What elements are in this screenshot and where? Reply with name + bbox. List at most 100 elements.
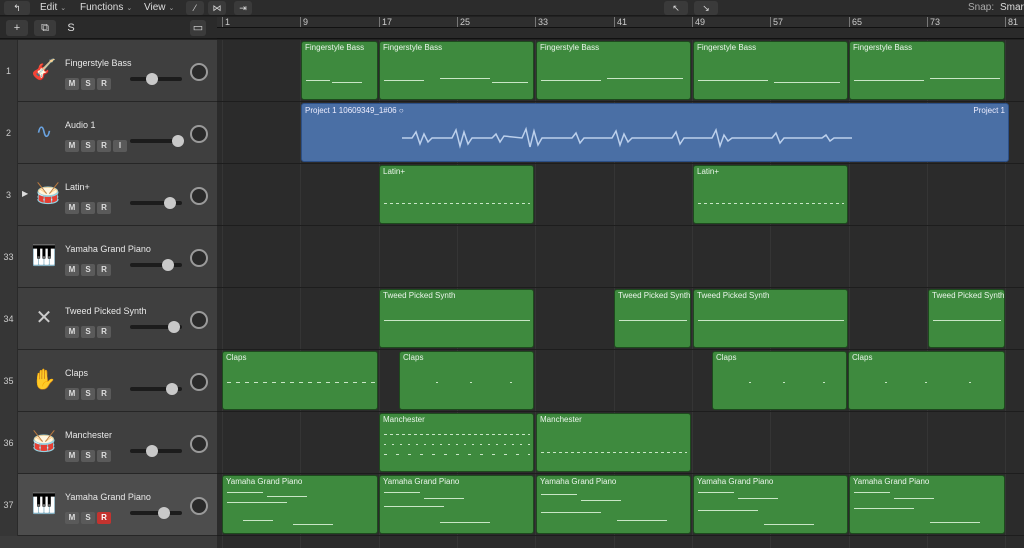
automation-icon[interactable]: ⁄ — [186, 1, 204, 15]
volume-slider[interactable] — [130, 321, 182, 333]
track-name[interactable]: Audio 1 — [65, 120, 96, 130]
volume-knob[interactable] — [172, 135, 184, 147]
pan-knob[interactable] — [190, 373, 208, 391]
global-solo-button[interactable]: S — [62, 20, 80, 36]
volume-knob[interactable] — [146, 445, 158, 457]
solo-button[interactable]: S — [81, 202, 95, 214]
solo-button[interactable]: S — [81, 388, 95, 400]
solo-button[interactable]: S — [81, 78, 95, 90]
volume-slider[interactable] — [130, 135, 184, 147]
pan-knob[interactable] — [190, 311, 208, 329]
track-header[interactable]: 1 🎸 Fingerstyle Bass MSR — [0, 40, 217, 102]
volume-slider[interactable] — [130, 507, 182, 519]
midi-region[interactable]: Manchester — [536, 413, 691, 472]
midi-region[interactable]: Fingerstyle Bass — [849, 41, 1005, 100]
track-header-selected[interactable]: 37 🎹 Yamaha Grand Piano MSR — [0, 474, 217, 536]
pan-knob[interactable] — [190, 125, 208, 143]
record-enable-button[interactable]: R — [97, 140, 111, 152]
track-lane[interactable]: Fingerstyle Bass Fingerstyle Bass Finger… — [217, 40, 1024, 102]
track-header[interactable]: 35 ✋ Claps MSR — [0, 350, 217, 412]
mute-button[interactable]: M — [65, 450, 79, 462]
mute-button[interactable]: M — [65, 202, 79, 214]
mute-button[interactable]: M — [65, 326, 79, 338]
volume-knob[interactable] — [146, 73, 158, 85]
track-header[interactable]: 2 ∿ Audio 1 MSRI — [0, 102, 217, 164]
solo-button[interactable]: S — [81, 512, 95, 524]
track-name[interactable]: Claps — [65, 368, 88, 378]
midi-region[interactable]: Latin+ — [379, 165, 534, 224]
mute-button[interactable]: M — [65, 388, 79, 400]
marker-lane[interactable] — [217, 28, 1024, 39]
record-enable-button[interactable]: R — [97, 202, 111, 214]
midi-region[interactable]: Tweed Picked Synth — [379, 289, 534, 348]
midi-region[interactable]: Tweed Picked Synth — [928, 289, 1005, 348]
record-enable-button[interactable]: R — [97, 264, 111, 276]
midi-region[interactable]: Yamaha Grand Piano — [379, 475, 534, 534]
mute-button[interactable]: M — [65, 264, 79, 276]
catch-playhead-icon[interactable]: ⇥ — [234, 1, 252, 15]
midi-region[interactable]: Claps — [848, 351, 1005, 410]
volume-knob[interactable] — [158, 507, 170, 519]
track-lane[interactable]: Manchester Manchester — [217, 412, 1024, 474]
track-header[interactable]: 3 ▶ 🥁 Latin+ MSR — [0, 164, 217, 226]
disclosure-triangle-icon[interactable]: ▶ — [22, 189, 28, 198]
volume-slider[interactable] — [130, 259, 182, 271]
volume-slider[interactable] — [130, 383, 182, 395]
midi-region[interactable]: Yamaha Grand Piano — [693, 475, 848, 534]
track-lane[interactable]: Project 1 10609349_1#06 ○ Project 1 — [217, 102, 1024, 164]
mute-button[interactable]: M — [65, 512, 79, 524]
midi-region[interactable]: Yamaha Grand Piano — [222, 475, 378, 534]
track-lane[interactable]: Yamaha Grand Piano Yamaha Grand Piano Ya… — [217, 474, 1024, 536]
record-enable-button[interactable]: R — [97, 450, 111, 462]
midi-region[interactable]: Fingerstyle Bass — [301, 41, 378, 100]
volume-slider[interactable] — [130, 445, 182, 457]
volume-knob[interactable] — [166, 383, 178, 395]
midi-region[interactable]: Latin+ — [693, 165, 848, 224]
track-name[interactable]: Yamaha Grand Piano — [65, 244, 151, 254]
midi-region[interactable]: Claps — [222, 351, 378, 410]
pan-knob[interactable] — [190, 187, 208, 205]
solo-button[interactable]: S — [81, 326, 95, 338]
pan-knob[interactable] — [190, 63, 208, 81]
pointer-tool-icon[interactable]: ↖ — [664, 1, 688, 15]
midi-region[interactable]: Claps — [399, 351, 534, 410]
functions-menu[interactable]: Functions ⌄ — [80, 1, 132, 15]
pan-knob[interactable] — [190, 497, 208, 515]
pencil-tool-icon[interactable]: ↘ — [694, 1, 718, 15]
solo-button[interactable]: S — [81, 264, 95, 276]
record-enable-button[interactable]: R — [97, 388, 111, 400]
volume-knob[interactable] — [164, 197, 176, 209]
solo-button[interactable]: S — [81, 140, 95, 152]
track-lane[interactable]: Tweed Picked Synth Tweed Picked Synth Tw… — [217, 288, 1024, 350]
track-lane[interactable]: Latin+ Latin+ — [217, 164, 1024, 226]
track-name[interactable]: Latin+ — [65, 182, 90, 192]
solo-button[interactable]: S — [81, 450, 95, 462]
volume-slider[interactable] — [130, 197, 182, 209]
mute-button[interactable]: M — [65, 140, 79, 152]
track-name[interactable]: Tweed Picked Synth — [65, 306, 147, 316]
record-enable-button[interactable]: R — [97, 512, 111, 524]
collapse-icon[interactable]: ▭ — [190, 20, 206, 36]
bar-ruler[interactable]: 1 9 17 25 33 41 49 57 65 73 81 — [217, 17, 1024, 28]
flex-icon[interactable]: ⋈ — [208, 1, 226, 15]
pan-knob[interactable] — [190, 249, 208, 267]
track-name[interactable]: Fingerstyle Bass — [65, 58, 132, 68]
midi-region[interactable]: Claps — [712, 351, 847, 410]
midi-region[interactable]: Fingerstyle Bass — [693, 41, 848, 100]
midi-region[interactable]: Manchester — [379, 413, 534, 472]
duplicate-track-icon[interactable]: ⧉ — [34, 20, 56, 36]
pan-knob[interactable] — [190, 435, 208, 453]
track-header[interactable]: 34 ✕ Tweed Picked Synth MSR — [0, 288, 217, 350]
track-header[interactable]: 33 🎹 Yamaha Grand Piano MSR — [0, 226, 217, 288]
track-lane[interactable] — [217, 226, 1024, 288]
record-enable-button[interactable]: R — [97, 326, 111, 338]
track-lane[interactable]: Claps Claps Claps Claps — [217, 350, 1024, 412]
midi-region[interactable]: Yamaha Grand Piano — [849, 475, 1005, 534]
midi-region[interactable]: Tweed Picked Synth — [693, 289, 848, 348]
midi-region[interactable]: Fingerstyle Bass — [379, 41, 534, 100]
audio-region[interactable]: Project 1 10609349_1#06 ○ Project 1 — [301, 103, 1009, 162]
volume-slider[interactable] — [130, 73, 182, 85]
track-header[interactable]: 36 🥁 Manchester MSR — [0, 412, 217, 474]
view-menu[interactable]: View ⌄ — [144, 1, 174, 15]
edit-menu[interactable]: Edit ⌄ — [40, 1, 66, 15]
